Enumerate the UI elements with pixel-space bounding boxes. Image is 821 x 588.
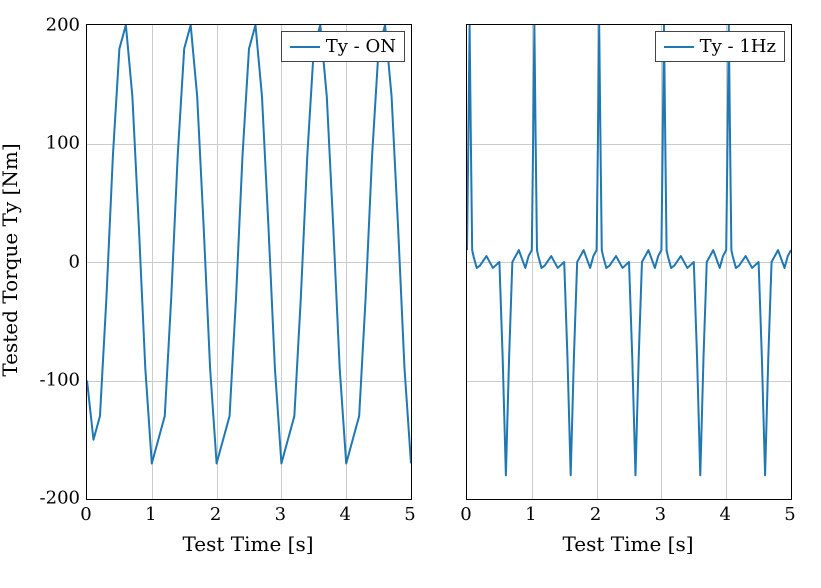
trace-svg: [87, 25, 411, 499]
y-tick-label: 0: [25, 252, 80, 273]
legend-label: Ty - 1Hz: [700, 36, 776, 57]
legend-line-icon: [664, 46, 694, 48]
x-tick-label: 5: [784, 504, 795, 525]
y-tick-label: 200: [25, 15, 80, 36]
left-plot-area: Ty - ON: [86, 24, 412, 500]
x-tick-label: 4: [339, 504, 350, 525]
legend: Ty - ON: [281, 31, 405, 62]
x-tick-label: 2: [210, 504, 221, 525]
x-tick-label: 0: [460, 504, 471, 525]
left-chart: Tested Torque Ty [Nm] -200 -100 0 100 20…: [0, 0, 440, 588]
legend-label: Ty - ON: [326, 36, 396, 57]
x-tick-label: 2: [590, 504, 601, 525]
x-axis-label: Test Time [s]: [182, 532, 313, 556]
y-tick-label: -200: [25, 488, 80, 509]
x-tick-label: 4: [719, 504, 730, 525]
x-tick-label: 1: [525, 504, 536, 525]
y-tick-label: 100: [25, 133, 80, 154]
legend: Ty - 1Hz: [655, 31, 785, 62]
x-tick-label: 0: [80, 504, 91, 525]
legend-line-icon: [290, 46, 320, 48]
x-axis-label: Test Time [s]: [562, 532, 693, 556]
right-chart: Ty - 1Hz 0 1 2 3 4 5 Test Time [s]: [440, 0, 821, 588]
x-tick-label: 5: [404, 504, 415, 525]
y-axis-label: Tested Torque Ty [Nm]: [0, 143, 22, 376]
x-tick-label: 3: [655, 504, 666, 525]
right-plot-area: Ty - 1Hz: [466, 24, 792, 500]
x-tick-label: 1: [145, 504, 156, 525]
trace-svg: [467, 25, 791, 499]
x-tick-label: 3: [275, 504, 286, 525]
y-tick-label: -100: [25, 370, 80, 391]
